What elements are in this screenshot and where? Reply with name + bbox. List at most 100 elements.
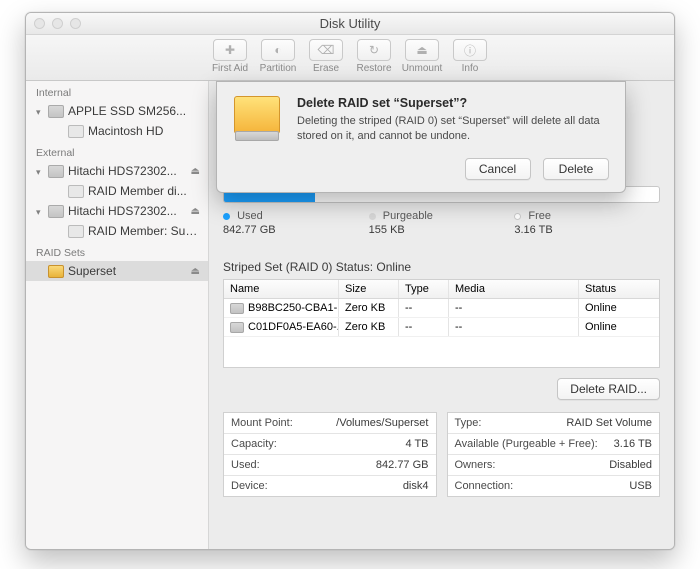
info-value: USB [622, 476, 659, 496]
info-row: Mount Point:/Volumes/Superset [224, 413, 436, 434]
legend-purgeable: Purgeable 155 KB [369, 210, 515, 236]
zoom-window-icon[interactable] [70, 18, 81, 29]
chevron-down-icon[interactable]: ▾ [36, 207, 44, 215]
legend-dot-free [514, 213, 521, 220]
internal-disk-icon [48, 105, 64, 118]
info-value: disk4 [396, 476, 436, 496]
sidebar-item-volume[interactable]: Macintosh HD [26, 121, 208, 141]
legend-dot-purgeable [369, 213, 376, 220]
col-media[interactable]: Media [449, 280, 579, 298]
sidebar-section-raid-sets: RAID Sets [26, 241, 208, 261]
toolbar: ✚First Aid◐Partition ⌫ Erase↻Restore⏏Unmou… [26, 35, 674, 81]
toolbar-info-button[interactable]: ⓘ Info [446, 39, 494, 74]
info-row: Used:842.77 GB [224, 455, 436, 476]
toolbar-erase-button[interactable]: ⌫ Erase [302, 39, 350, 74]
chevron-down-icon[interactable]: ▾ [36, 167, 44, 175]
info-row: Type:RAID Set Volume [448, 413, 660, 434]
volume-icon [68, 185, 84, 198]
sidebar-item-label: Macintosh HD [88, 124, 163, 138]
sidebar-item-label: RAID Member di... [88, 184, 187, 198]
info-value: 842.77 GB [369, 455, 436, 475]
info-panel-right: Type:RAID Set VolumeAvailable (Purgeable… [447, 412, 661, 497]
first-aid-icon: ✚ [213, 39, 247, 61]
info-row: Capacity:4 TB [224, 434, 436, 455]
cell-name: C01DF0A5-EA60-... [248, 321, 339, 333]
toolbar-restore-button[interactable]: ↻Restore [350, 39, 398, 74]
toolbar-partition-button[interactable]: ◐Partition [254, 39, 302, 74]
legend-used: Used 842.77 GB [223, 210, 369, 236]
delete-button[interactable]: Delete [543, 158, 609, 180]
toolbar-label: Restore [350, 63, 398, 74]
info-key: Type: [448, 413, 560, 433]
cell-name: B98BC250-CBA1-... [248, 302, 339, 314]
info-value: 3.16 TB [607, 434, 659, 454]
info-key: Used: [224, 455, 369, 475]
sidebar-item-volume[interactable]: RAID Member: Sup... [26, 221, 208, 241]
titlebar[interactable]: Disk Utility [26, 13, 674, 35]
sidebar-item-volume[interactable]: RAID Member di... [26, 181, 208, 201]
sidebar-item-label: Hitachi HDS72302... [68, 164, 177, 178]
cell-type: -- [399, 299, 449, 317]
cancel-button[interactable]: Cancel [465, 158, 531, 180]
info-row: Connection:USB [448, 476, 660, 496]
chevron-down-icon[interactable]: ▾ [36, 107, 44, 115]
sidebar-item-external-disk[interactable]: ▾ Hitachi HDS72302... ⏏ [26, 201, 208, 221]
info-panel-left: Mount Point:/Volumes/SupersetCapacity:4 … [223, 412, 437, 497]
info-key: Connection: [448, 476, 623, 496]
legend-free: Free 3.16 TB [514, 210, 660, 236]
sidebar-item-label: Hitachi HDS72302... [68, 204, 177, 218]
toolbar-first-aid-button[interactable]: ✚First Aid [206, 39, 254, 74]
sidebar-item-raid-set[interactable]: Superset ⏏ [26, 261, 208, 281]
erase-icon: ⌫ [309, 39, 343, 61]
sidebar-item-internal-disk[interactable]: ▾ APPLE SSD SM256... [26, 101, 208, 121]
table-header-row: Name Size Type Media Status [224, 280, 659, 299]
sidebar-section-external: External [26, 141, 208, 161]
info-key: Mount Point: [224, 413, 329, 433]
window-controls [34, 18, 81, 29]
raid-disk-icon [231, 96, 283, 148]
disk-icon [230, 322, 244, 333]
sidebar-section-internal: Internal [26, 81, 208, 101]
external-disk-icon [48, 205, 64, 218]
table-row[interactable]: B98BC250-CBA1-...Zero KB----Online [224, 299, 659, 318]
toolbar-unmount-button[interactable]: ⏏Unmount [398, 39, 446, 74]
table-row[interactable]: C01DF0A5-EA60-...Zero KB----Online [224, 318, 659, 337]
delete-raid-dialog: Delete RAID set “Superset”? Deleting the… [216, 81, 626, 193]
eject-icon[interactable]: ⏏ [191, 206, 200, 217]
close-window-icon[interactable] [34, 18, 45, 29]
cell-type: -- [399, 318, 449, 336]
info-row: Device:disk4 [224, 476, 436, 496]
partition-icon: ◐ [261, 39, 295, 61]
cell-size: Zero KB [339, 299, 399, 317]
col-status[interactable]: Status [579, 280, 659, 298]
toolbar-label: Erase [302, 63, 350, 74]
info-key: Owners: [448, 455, 603, 475]
info-key: Capacity: [224, 434, 398, 454]
disk-utility-window: Disk Utility ✚First Aid◐Partition ⌫ Erase↻… [25, 12, 675, 550]
col-size[interactable]: Size [339, 280, 399, 298]
volume-icon [68, 225, 84, 238]
sidebar-item-external-disk[interactable]: ▾ Hitachi HDS72302... ⏏ [26, 161, 208, 181]
delete-raid-button[interactable]: Delete RAID... [557, 378, 660, 400]
info-key: Device: [224, 476, 396, 496]
sidebar: Internal ▾ APPLE SSD SM256... Macintosh … [26, 81, 209, 549]
col-type[interactable]: Type [399, 280, 449, 298]
info-row: Owners:Disabled [448, 455, 660, 476]
raid-status-line: Striped Set (RAID 0) Status: Online [223, 260, 660, 274]
dialog-title: Delete RAID set “Superset”? [297, 96, 609, 110]
eject-icon[interactable]: ⏏ [191, 166, 200, 177]
toolbar-label: Unmount [398, 63, 446, 74]
toolbar-label: Info [446, 63, 494, 74]
volume-icon [68, 125, 84, 138]
eject-icon[interactable]: ⏏ [191, 266, 200, 277]
info-icon: ⓘ [453, 39, 487, 61]
disk-icon [230, 303, 244, 314]
cell-size: Zero KB [339, 318, 399, 336]
sidebar-item-label: RAID Member: Sup... [88, 224, 200, 238]
cell-media: -- [449, 318, 579, 336]
sidebar-item-label: Superset [68, 264, 116, 278]
col-name[interactable]: Name [224, 280, 339, 298]
cell-media: -- [449, 299, 579, 317]
minimize-window-icon[interactable] [52, 18, 63, 29]
info-row: Available (Purgeable + Free):3.16 TB [448, 434, 660, 455]
